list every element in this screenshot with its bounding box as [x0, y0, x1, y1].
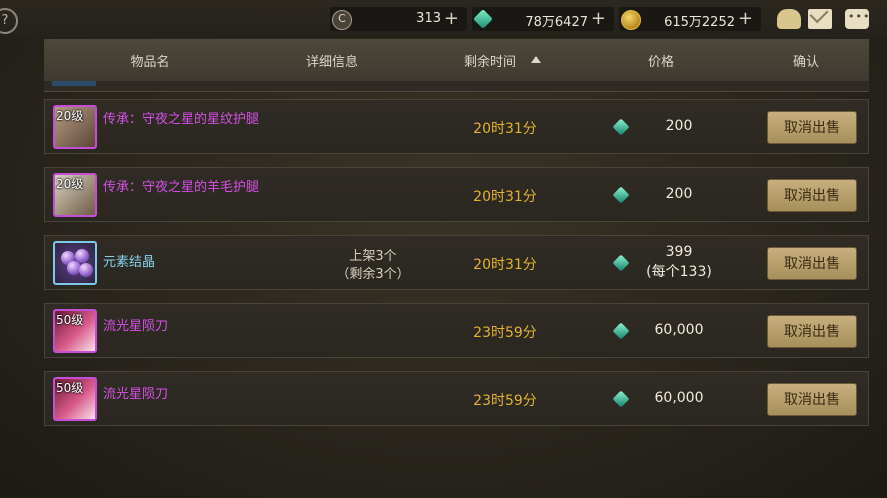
gem-icon	[612, 322, 630, 340]
gem-icon	[612, 254, 630, 272]
cancel-sale-button[interactable]: 取消出售	[767, 111, 857, 144]
mail-icon[interactable]	[808, 9, 832, 29]
blade-item-icon[interactable]: 50级	[53, 377, 97, 421]
item-level: 50级	[56, 313, 84, 327]
cancel-sale-button[interactable]: 取消出售	[767, 315, 857, 348]
sort-ascending-icon[interactable]	[531, 56, 541, 63]
list-item[interactable]: 50级 流光星陨刀 23时59分 60,000 取消出售	[44, 371, 869, 426]
price: 200	[665, 118, 693, 134]
remaining-time: 23时59分	[473, 393, 537, 409]
gem-icon	[612, 390, 630, 408]
remaining-time: 20时31分	[473, 189, 537, 205]
bag-icon[interactable]	[777, 9, 801, 29]
header-item-name[interactable]: 物品名	[130, 51, 169, 70]
c-coin-value: 313	[416, 11, 441, 26]
item-name: 元素结晶	[103, 255, 156, 270]
item-level: 20级	[56, 177, 84, 191]
item-name: 流光星陨刀	[103, 319, 169, 334]
gold-value: 615万2252	[664, 15, 735, 30]
cancel-sale-button[interactable]: 取消出售	[767, 383, 857, 416]
help-icon[interactable]: ?	[0, 8, 18, 34]
gem-icon	[612, 118, 630, 136]
listed-quantity: 上架3个	[349, 249, 397, 264]
currency-bar: ? C 313 + 78万6427 + 615万2252 +	[0, 0, 887, 38]
gem-icon	[612, 186, 630, 204]
c-coin-add-button[interactable]: +	[444, 8, 459, 29]
gem-balance: 78万6427 +	[472, 7, 614, 31]
list-item[interactable]: 20级 传承：守夜之星的羊毛护腿 20时31分 200 取消出售	[44, 167, 869, 222]
list-item[interactable]: 50级 流光星陨刀 23时59分 60,000 取消出售	[44, 303, 869, 358]
gem-value: 78万6427	[525, 15, 588, 30]
cancel-sale-button[interactable]: 取消出售	[767, 247, 857, 280]
remaining-quantity: （剩余3个）	[336, 267, 410, 282]
c-coin-icon: C	[332, 10, 352, 30]
item-level: 20级	[56, 109, 84, 123]
gem-add-button[interactable]: +	[591, 8, 606, 29]
remaining-time: 23时59分	[473, 325, 537, 341]
gold-balance: 615万2252 +	[619, 7, 761, 31]
unit-price: (每个133)	[646, 264, 712, 280]
item-name: 传承：守夜之星的星纹护腿	[103, 112, 260, 127]
list-item-partial	[44, 81, 869, 92]
item-level: 50级	[56, 381, 84, 395]
header-price[interactable]: 价格	[648, 51, 674, 70]
item-icon-partial	[52, 81, 96, 86]
price: 60,000	[654, 322, 704, 338]
cancel-sale-button[interactable]: 取消出售	[767, 179, 857, 212]
blade-item-icon[interactable]: 50级	[53, 309, 97, 353]
header-confirm: 确认	[792, 55, 820, 70]
item-name: 传承：守夜之星的羊毛护腿	[103, 180, 260, 195]
header-detail: 详细信息	[305, 55, 359, 70]
remaining-time: 20时31分	[473, 121, 537, 137]
table-header: 物品名 详细信息 剩余时间 价格 确认	[44, 39, 869, 82]
armor-item-icon[interactable]: 20级	[53, 105, 97, 149]
gold-coin-icon	[621, 10, 641, 30]
remaining-time: 20时31分	[473, 257, 537, 273]
chat-icon[interactable]	[845, 9, 870, 29]
gem-icon	[473, 9, 493, 29]
crystal-item-icon[interactable]	[53, 241, 97, 285]
c-coin-balance: C 313 +	[330, 7, 467, 31]
gold-add-button[interactable]: +	[738, 8, 753, 29]
price: 200	[665, 186, 693, 202]
price: 60,000	[654, 390, 704, 406]
item-name: 流光星陨刀	[103, 387, 169, 402]
list-item[interactable]: 20级 传承：守夜之星的星纹护腿 20时31分 200 取消出售	[44, 99, 869, 154]
listing-list[interactable]: 20级 传承：守夜之星的星纹护腿 20时31分 200 取消出售 20级 传承：…	[44, 81, 869, 433]
price: 399	[665, 244, 693, 260]
list-item[interactable]: 元素结晶 上架3个 （剩余3个） 20时31分 399 (每个133) 取消出售	[44, 235, 869, 290]
header-remaining-time[interactable]: 剩余时间	[464, 51, 516, 70]
armor-item-icon[interactable]: 20级	[53, 173, 97, 217]
